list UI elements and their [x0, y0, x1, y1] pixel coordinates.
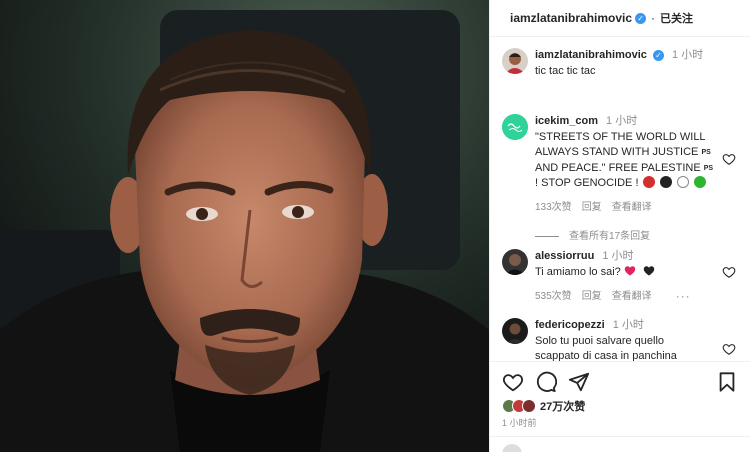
comment-username[interactable]: icekim_com: [535, 115, 598, 127]
caption-time: 1 小时: [672, 49, 704, 61]
replies-line: [535, 236, 559, 238]
avatar[interactable]: [502, 114, 528, 140]
ps-flag-icon: PS: [703, 164, 714, 172]
comment-username[interactable]: alessiorruu: [535, 250, 594, 262]
bookmark-icon[interactable]: [716, 371, 738, 393]
comment-time: 1 小时: [602, 250, 634, 262]
caption: iamzlatanibrahimovic ✓ 1 小时 tic tac tic …: [502, 48, 740, 79]
like-count[interactable]: 27万次赞: [540, 398, 585, 414]
comment-line: AND PEACE." FREE PALESTINE: [535, 161, 701, 174]
header-username[interactable]: iamzlatanibrahimovic: [510, 11, 632, 25]
translate-button[interactable]: 查看翻译: [612, 200, 652, 216]
post-time: 1 小时前: [502, 418, 537, 428]
comment-time: 1 小时: [606, 115, 638, 127]
caption-username[interactable]: iamzlatanibrahimovic: [535, 49, 647, 61]
comment-line-row: AND PEACE." FREE PALESTINE PS: [535, 161, 740, 177]
post-photo: [0, 0, 489, 452]
comment-like-count[interactable]: 133次赞: [535, 200, 572, 216]
view-replies-label: 查看所有17条回复: [569, 231, 651, 242]
post-header: iamzlatanibrahimovic ✓ · 已关注: [490, 0, 750, 36]
reply-button[interactable]: 回复: [582, 200, 602, 216]
red-circle-icon: [642, 176, 655, 188]
liker-avatar: [522, 399, 536, 413]
comment-item: federicopezzi 1 小时 Solo tu puoi salvare …: [502, 318, 740, 361]
comment-icon[interactable]: [535, 371, 557, 393]
comment-item: icekim_com 1 小时 "STREETS OF THE WORLD WI…: [502, 114, 740, 245]
comment-line: Solo tu puoi salvare quello: [535, 334, 665, 347]
following-button[interactable]: 已关注: [660, 10, 693, 26]
verified-badge-icon: ✓: [635, 12, 647, 24]
green-circle-icon: [693, 176, 706, 188]
verified-badge-icon: ✓: [652, 49, 664, 61]
black-heart-icon: [643, 265, 655, 275]
comment-line: scappato di casa in panchina: [535, 350, 677, 361]
separator-dot: ·: [651, 11, 656, 25]
heart-icon[interactable]: [502, 371, 524, 393]
comment-like-count[interactable]: 535次赞: [535, 289, 572, 305]
ps-flag-icon: PS: [701, 149, 711, 156]
heart-icon[interactable]: [722, 342, 736, 356]
current-user-avatar: [502, 444, 522, 452]
comment-time: 1 小时: [612, 319, 644, 331]
comment-item: alessiorruu 1 小时 Ti amiamo lo sai? 535次赞…: [502, 249, 740, 305]
comment-text: Ti amiamo lo sai?: [535, 265, 621, 278]
player-portrait-image: [0, 0, 489, 452]
comment-username[interactable]: federicopezzi: [535, 319, 605, 331]
action-bar: [502, 371, 738, 393]
heart-icon[interactable]: [722, 152, 736, 166]
comment-line-row: ALWAYS STAND WITH JUSTICE PS: [535, 145, 740, 161]
comment-line: ALWAYS STAND WITH JUSTICE: [535, 146, 699, 158]
comment-meta: 535次赞 回复 查看翻译 ···: [535, 289, 740, 305]
share-icon[interactable]: [568, 371, 590, 393]
view-replies-button[interactable]: 查看所有17条回复: [535, 229, 740, 245]
reply-button[interactable]: 回复: [582, 289, 602, 305]
post-side-panel: iamzlatanibrahimovic ✓ · 已关注 iamzlatanib…: [489, 0, 750, 452]
comment-line-row: ! STOP GENOCIDE !: [535, 176, 740, 192]
comment-line: ! STOP GENOCIDE !: [535, 177, 639, 189]
black-circle-icon: [659, 176, 672, 188]
comment-input-divider: [490, 436, 750, 437]
heart-icon[interactable]: [722, 265, 736, 279]
likes-row[interactable]: 27万次赞: [502, 398, 585, 414]
avatar[interactable]: [502, 48, 528, 74]
caption-text: tic tac tic tac: [535, 64, 596, 77]
more-options-button[interactable]: ···: [676, 289, 691, 305]
comment-meta: 133次赞 回复 查看翻译: [535, 200, 740, 216]
actions-divider: [490, 361, 750, 362]
white-circle-icon: [676, 176, 689, 188]
comment-line: "STREETS OF THE WORLD WILL: [535, 130, 706, 143]
comments-list[interactable]: iamzlatanibrahimovic ✓ 1 小时 tic tac tic …: [490, 37, 750, 361]
comment-line-row: Ti amiamo lo sai?: [535, 265, 740, 281]
translate-button[interactable]: 查看翻译: [612, 289, 652, 305]
red-heart-icon: [624, 265, 636, 275]
avatar[interactable]: [502, 318, 528, 344]
avatar[interactable]: [502, 249, 528, 275]
